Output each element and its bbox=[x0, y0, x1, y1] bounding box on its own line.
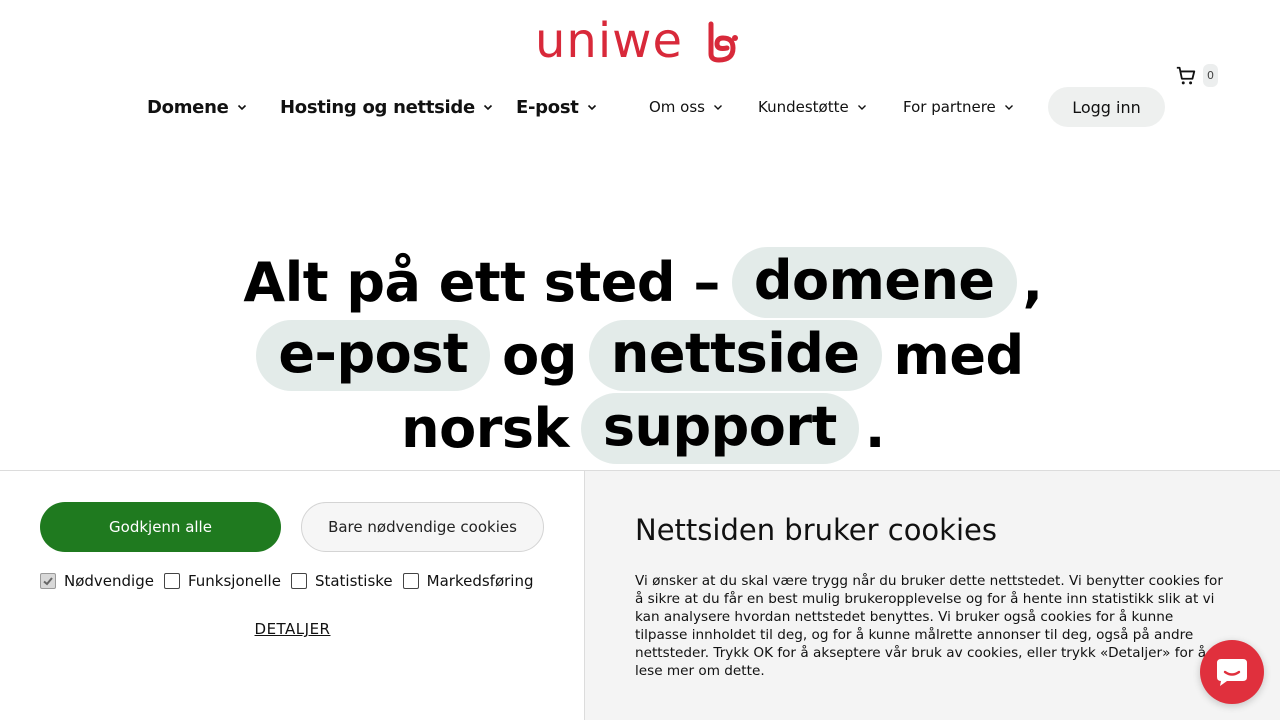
checkbox-label: Nødvendige bbox=[64, 572, 154, 590]
hero-line: Alt på ett sted – domene , bbox=[0, 246, 1280, 319]
cart-icon bbox=[1176, 66, 1196, 84]
hero-heading: Alt på ett sted – domene , e-post og net… bbox=[0, 246, 1280, 465]
hero-text: norsk bbox=[401, 397, 569, 460]
nav-item-om-oss[interactable]: Om oss bbox=[649, 87, 723, 127]
site-logo[interactable]: uniwe uniweb bbox=[0, 14, 1280, 70]
hero-pill: domene bbox=[731, 247, 1017, 318]
chevron-down-icon bbox=[237, 104, 246, 111]
nav-item-label: E-post bbox=[516, 96, 579, 118]
hero-text: med bbox=[893, 324, 1025, 387]
details-link[interactable]: DETALJER bbox=[0, 620, 585, 638]
checkbox-label: Markedsføring bbox=[426, 572, 534, 590]
cookie-controls: Godkjenn alle Bare nødvendige cookies Nø… bbox=[0, 471, 585, 720]
cookie-description: Vi ønsker at du skal være trygg når du b… bbox=[635, 573, 1223, 679]
nav-item-label: Om oss bbox=[649, 98, 705, 116]
checkbox-statistiske[interactable]: Statistiske bbox=[290, 572, 393, 590]
cookie-title: Nettsiden bruker cookies bbox=[635, 513, 997, 547]
checkbox-nodvendige[interactable]: Nødvendige bbox=[40, 572, 154, 590]
nav-item-label: Kundestøtte bbox=[758, 98, 849, 116]
checkbox-box[interactable] bbox=[40, 573, 56, 589]
checkbox-label: Funksjonelle bbox=[187, 572, 281, 590]
checkbox-box[interactable] bbox=[163, 573, 180, 589]
hero-line: norsk support . bbox=[0, 392, 1280, 465]
svg-text:uniwe: uniwe bbox=[535, 14, 683, 66]
cookie-categories: Nødvendige Funksjonelle Statistiske Mark… bbox=[40, 572, 534, 590]
chevron-down-icon bbox=[483, 104, 492, 111]
nav-item-label: For partnere bbox=[903, 98, 996, 116]
chat-button[interactable] bbox=[1200, 640, 1264, 704]
nav-item-domene[interactable]: Domene bbox=[147, 87, 247, 127]
checkbox-funksjonelle[interactable]: Funksjonelle bbox=[163, 572, 281, 590]
hero-line: e-post og nettside med bbox=[0, 319, 1280, 392]
checkbox-label: Statistiske bbox=[314, 572, 393, 590]
chat-icon bbox=[1217, 659, 1247, 686]
chevron-down-icon bbox=[714, 105, 722, 110]
chevron-down-icon bbox=[857, 105, 866, 110]
nav-item-label: Domene bbox=[147, 96, 229, 118]
nav-item-hosting[interactable]: Hosting og nettside bbox=[280, 87, 493, 127]
nav-item-for-partnere[interactable]: For partnere bbox=[903, 87, 1014, 127]
nav-item-epost[interactable]: E-post bbox=[516, 87, 597, 127]
cart-count-badge: 0 bbox=[1203, 64, 1218, 87]
hero-pill: nettside bbox=[588, 320, 882, 391]
hero-text: . bbox=[864, 397, 886, 460]
nav-item-label: Hosting og nettside bbox=[280, 96, 475, 118]
cart-button[interactable]: 0 bbox=[1175, 64, 1218, 87]
hero-text: Alt på ett sted – bbox=[243, 251, 720, 314]
login-button[interactable]: Logg inn bbox=[1048, 87, 1165, 127]
checkbox-box[interactable] bbox=[290, 573, 307, 589]
checkbox-box[interactable] bbox=[402, 573, 419, 589]
checkbox-markedsforing[interactable]: Markedsføring bbox=[402, 572, 534, 590]
hero-text: , bbox=[1022, 251, 1044, 314]
hero-pill: e-post bbox=[256, 320, 491, 391]
necessary-only-button[interactable]: Bare nødvendige cookies bbox=[301, 502, 544, 552]
uniweb-logo: uniwe bbox=[535, 14, 738, 66]
hero-text: og bbox=[502, 324, 577, 387]
nav-item-kundestotte[interactable]: Kundestøtte bbox=[758, 87, 867, 127]
chevron-down-icon bbox=[1004, 105, 1013, 110]
accept-all-button[interactable]: Godkjenn alle bbox=[40, 502, 281, 552]
checkmark-icon bbox=[43, 577, 53, 586]
hero-pill: support bbox=[580, 393, 859, 464]
cookie-consent-panel: Godkjenn alle Bare nødvendige cookies Nø… bbox=[0, 470, 1280, 720]
cookie-info: Nettsiden bruker cookies Vi ønsker at du… bbox=[585, 471, 1280, 720]
chevron-down-icon bbox=[587, 104, 596, 111]
